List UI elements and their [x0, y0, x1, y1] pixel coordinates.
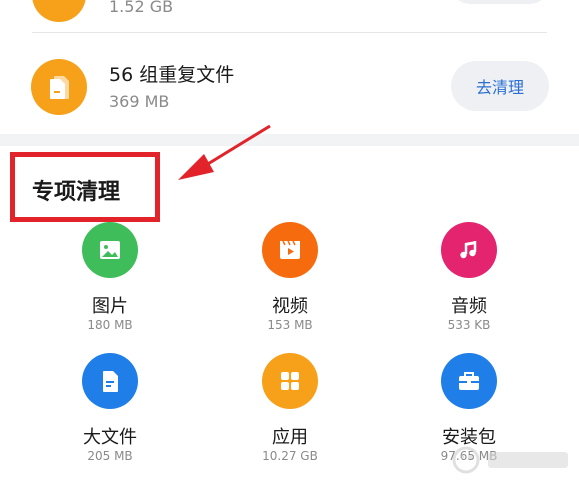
- music-icon: [441, 222, 497, 278]
- duplicate-files-size: 369 MB: [109, 92, 170, 111]
- category-label: 应用: [272, 427, 308, 448]
- list-item-size: 1.52 GB: [109, 0, 174, 16]
- category-size: 205 MB: [87, 449, 133, 463]
- section-gap: [0, 134, 579, 146]
- category-size: 153 MB: [267, 318, 313, 332]
- annotation-arrow-icon: [178, 124, 271, 180]
- duplicate-file-icon: [31, 59, 87, 115]
- list-item-duplicate-files[interactable]: 56 组重复文件 369 MB 去清理: [0, 33, 579, 133]
- clean-duplicates-button[interactable]: 去清理: [451, 61, 549, 111]
- folder-icon: [32, 0, 86, 22]
- category-apps[interactable]: 应用 10.27 GB: [215, 353, 365, 473]
- category-label: 视频: [272, 296, 308, 317]
- category-large-files[interactable]: 大文件 205 MB: [35, 353, 185, 473]
- category-images[interactable]: 图片 180 MB: [35, 222, 185, 342]
- partial-clean-button[interactable]: [451, 0, 549, 4]
- category-label: 大文件: [83, 427, 137, 448]
- category-label: 音频: [451, 296, 487, 317]
- watermark-logo-icon: [452, 446, 568, 474]
- category-label: 图片: [92, 296, 128, 317]
- image-icon: [82, 222, 138, 278]
- list-item-partial[interactable]: 1.52 GB: [0, 0, 579, 32]
- category-audio[interactable]: 音频 533 KB: [394, 222, 544, 342]
- large-file-icon: [82, 353, 138, 409]
- video-icon: [262, 222, 318, 278]
- apps-icon: [262, 353, 318, 409]
- category-size: 10.27 GB: [262, 449, 318, 463]
- package-icon: [441, 353, 497, 409]
- category-video[interactable]: 视频 153 MB: [215, 222, 365, 342]
- storage-list: 1.52 GB 56 组重复文件 369 MB 去清理: [0, 0, 579, 134]
- annotation-highlight-box: [10, 152, 160, 222]
- category-size: 533 KB: [447, 318, 491, 332]
- duplicate-files-title: 56 组重复文件: [109, 64, 235, 86]
- category-size: 180 MB: [87, 318, 133, 332]
